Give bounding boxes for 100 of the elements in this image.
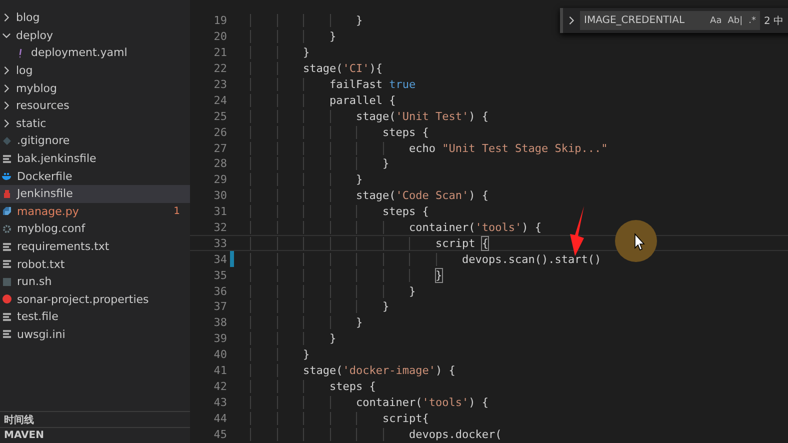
code-line: steps { — [250, 126, 429, 139]
line-number: 32 — [212, 221, 227, 234]
line-number: 23 — [212, 78, 227, 91]
diamond-icon — [2, 136, 12, 146]
panel-header[interactable]: MAVEN — [0, 427, 190, 443]
terminal-icon — [2, 276, 12, 287]
line-number: 22 — [212, 62, 227, 76]
code-line: failFast true — [250, 78, 416, 91]
file-tree-item[interactable]: bak.jenkinsfile — [0, 150, 190, 168]
code-line: } — [250, 173, 363, 186]
line-number: 25 — [212, 110, 227, 123]
file-tree-item[interactable]: Jenkinsfile — [0, 184, 190, 203]
panel-header[interactable]: 时间线 — [0, 411, 190, 427]
file-name: test.file — [17, 310, 60, 324]
file-name: bak.jenkinsfile — [17, 152, 98, 166]
file-name: .gitignore — [17, 134, 71, 148]
file-name: Jenkinsfile — [17, 187, 74, 200]
file-tree-item[interactable]: static — [0, 114, 190, 132]
search-option-toggle[interactable]: .* — [748, 16, 756, 26]
code-line: steps { — [250, 205, 429, 218]
file-tree-item[interactable]: uwsgi.ini — [0, 326, 190, 344]
code-line: } — [250, 284, 416, 298]
file-tree-item[interactable]: deploy — [0, 26, 190, 44]
code-line: stage('Code Scan') { — [250, 189, 488, 202]
file-tree-item[interactable]: log — [0, 62, 190, 80]
line-number: 31 — [212, 205, 227, 218]
file-tree-item[interactable]: robot.txt — [0, 255, 190, 273]
file-tree-item[interactable]: requirements.txt — [0, 238, 190, 256]
panel-title: MAVEN — [4, 430, 44, 441]
file-name: robot.txt — [17, 258, 66, 271]
line-number: 28 — [212, 157, 227, 170]
line-number: 33 — [212, 236, 227, 250]
code-line: } — [250, 348, 310, 362]
line-number: 27 — [212, 142, 227, 155]
panel-title: 时间线 — [4, 414, 34, 426]
document-lines-icon — [2, 329, 12, 340]
document-lines-icon — [2, 242, 12, 252]
search-option-toggle[interactable]: Ab| — [728, 16, 743, 26]
file-tree-item[interactable]: .gitignore — [0, 132, 190, 150]
file-name: deployment.yaml — [31, 46, 128, 60]
code-line: devops.docker( — [250, 428, 502, 441]
code-line: script{ — [250, 412, 429, 425]
line-number: 36 — [212, 284, 227, 298]
file-tree-item[interactable]: Dockerfile — [0, 167, 190, 185]
code-line: parallel { — [250, 94, 396, 107]
mouse-pointer-icon — [615, 220, 657, 262]
file-tree-item[interactable]: myblog.conf — [0, 220, 190, 238]
line-number: 35 — [212, 268, 227, 282]
file-tree-item[interactable]: manage.py 1 — [0, 202, 190, 220]
line-number: 21 — [212, 46, 227, 60]
file-tree-item[interactable]: blog — [0, 9, 190, 27]
gear-icon — [2, 224, 12, 234]
document-lines-icon — [2, 154, 12, 164]
line-number: 39 — [212, 332, 227, 346]
code-line: container('tools') { — [250, 396, 488, 409]
code-line: stage('Unit Test') { — [250, 110, 488, 123]
file-tree-item[interactable]: deployment.yaml — [0, 44, 190, 62]
file-name: deploy — [16, 28, 54, 42]
line-number: 41 — [212, 364, 227, 378]
code-line: script { — [250, 236, 488, 250]
code-line: } — [250, 316, 363, 330]
code-line: stage('docker-image') { — [250, 364, 456, 378]
line-number: 38 — [212, 316, 227, 330]
line-number: 40 — [212, 348, 227, 362]
file-name: sonar-project.properties — [17, 292, 150, 306]
file-name: static — [16, 116, 48, 130]
file-tree-item[interactable]: sonar-project.properties — [0, 290, 190, 308]
file-name: myblog.conf — [17, 222, 86, 236]
file-tree-item[interactable]: run.sh — [0, 272, 190, 290]
line-number: 20 — [212, 30, 227, 44]
file-name: run.sh — [17, 275, 53, 288]
line-number: 34 — [212, 252, 227, 266]
file-name: requirements.txt — [17, 240, 110, 254]
file-name: log — [16, 64, 34, 78]
line-number: 44 — [212, 412, 227, 425]
line-number: 30 — [212, 189, 227, 202]
document-lines-icon — [2, 312, 12, 322]
document-lines-icon — [2, 259, 12, 270]
code-line: } — [250, 157, 390, 170]
code-line: } — [250, 268, 442, 282]
circle-badge-icon — [2, 294, 12, 304]
file-tree-item[interactable]: test.file — [0, 308, 190, 326]
code-line: } — [250, 46, 310, 60]
line-number: 43 — [212, 396, 227, 409]
code-line: } — [250, 14, 363, 28]
search-field[interactable]: IMAGE_CREDENTIAL Aa Ab| .* — [580, 11, 760, 30]
problem-count: 1 — [174, 206, 180, 217]
file-name: myblog — [16, 82, 58, 95]
file-tree-item[interactable]: resources — [0, 96, 190, 115]
chevron-icon — [567, 16, 576, 25]
line-number: 24 — [212, 94, 227, 107]
code-line: echo "Unit Test Stage Skip..." — [250, 142, 608, 155]
code-line: } — [250, 30, 336, 44]
file-name: manage.py — [17, 204, 80, 218]
line-number: 37 — [212, 300, 227, 314]
file-tree-item[interactable]: myblog — [0, 79, 190, 97]
file-name: blog — [16, 11, 41, 24]
search-option-toggle[interactable]: Aa — [710, 16, 722, 26]
line-number: 26 — [212, 126, 227, 139]
code-line: devops.scan().start() — [250, 252, 602, 266]
